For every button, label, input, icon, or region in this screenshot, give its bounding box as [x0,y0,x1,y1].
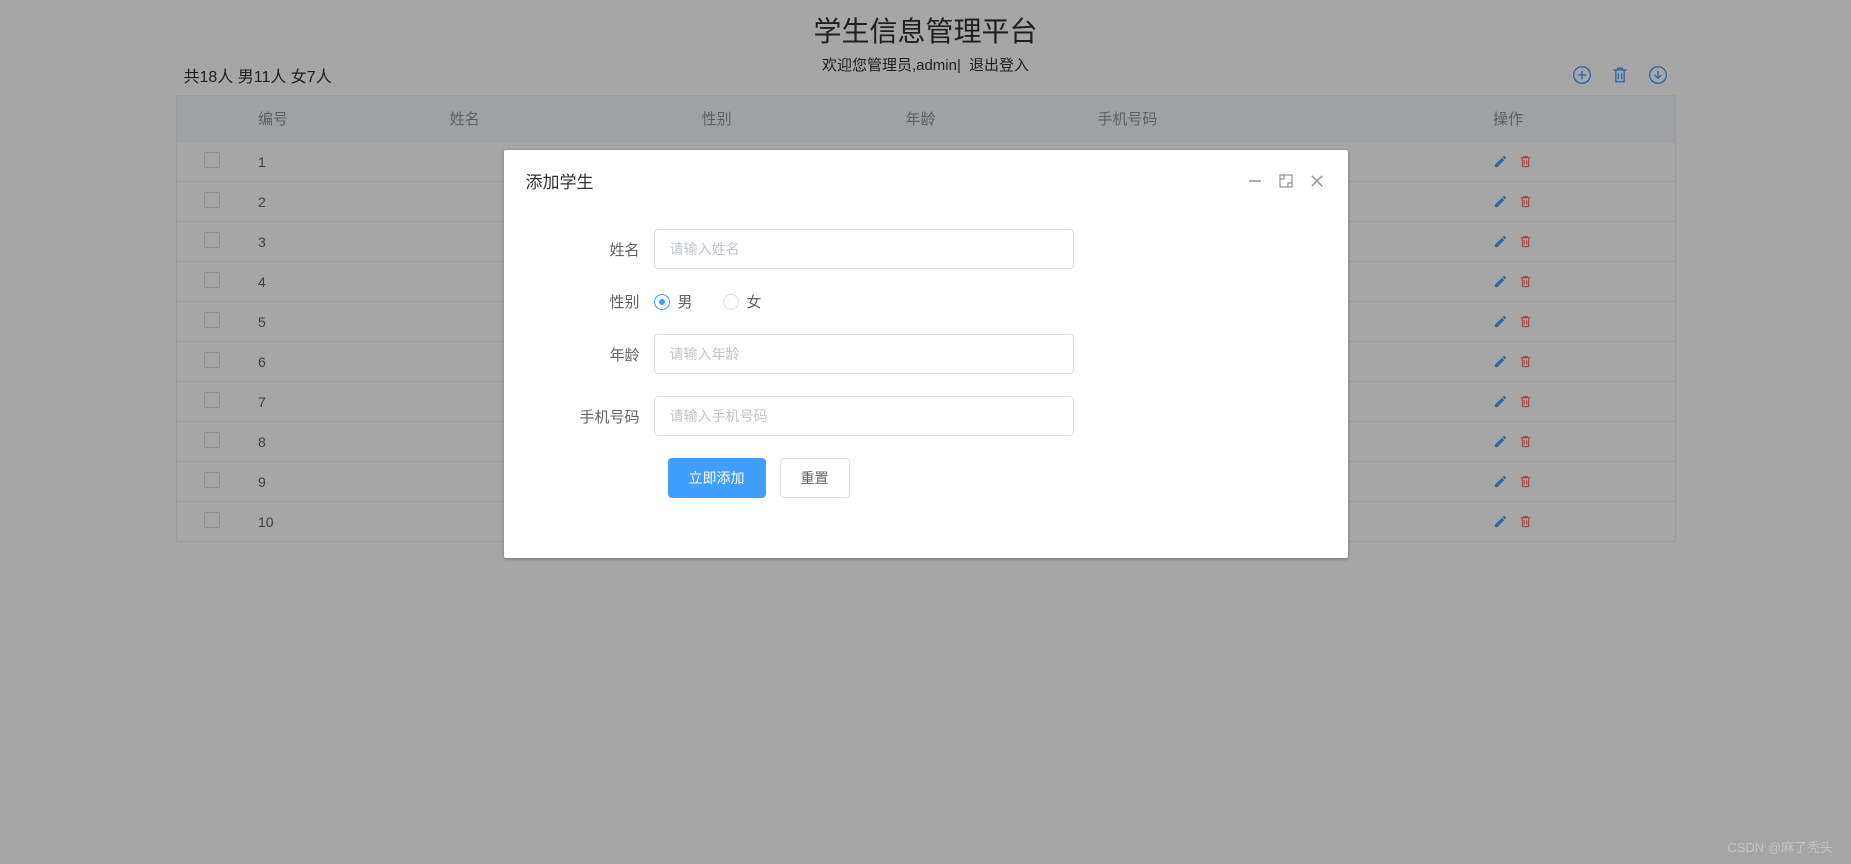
fullscreen-icon[interactable] [1278,173,1294,189]
reset-button[interactable]: 重置 [780,458,850,498]
phone-label: 手机号码 [564,406,654,427]
dialog-title: 添加学生 [526,168,594,193]
radio-circle-icon [723,294,739,310]
age-input[interactable] [654,334,1074,374]
minimize-icon[interactable] [1246,172,1264,190]
name-input[interactable] [654,229,1074,269]
gender-label: 性别 [564,291,654,312]
radio-female[interactable]: 女 [723,291,762,312]
submit-button[interactable]: 立即添加 [668,458,766,498]
close-icon[interactable] [1308,172,1326,190]
age-label: 年龄 [564,344,654,365]
radio-male-label: 男 [678,291,693,312]
radio-female-label: 女 [747,291,762,312]
watermark: CSDN @麻了秃头 [1727,837,1833,856]
name-label: 姓名 [564,239,654,260]
radio-male[interactable]: 男 [654,291,693,312]
phone-input[interactable] [654,396,1074,436]
add-student-dialog: 添加学生 姓名 性别 男 [504,150,1348,558]
radio-circle-icon [654,294,670,310]
